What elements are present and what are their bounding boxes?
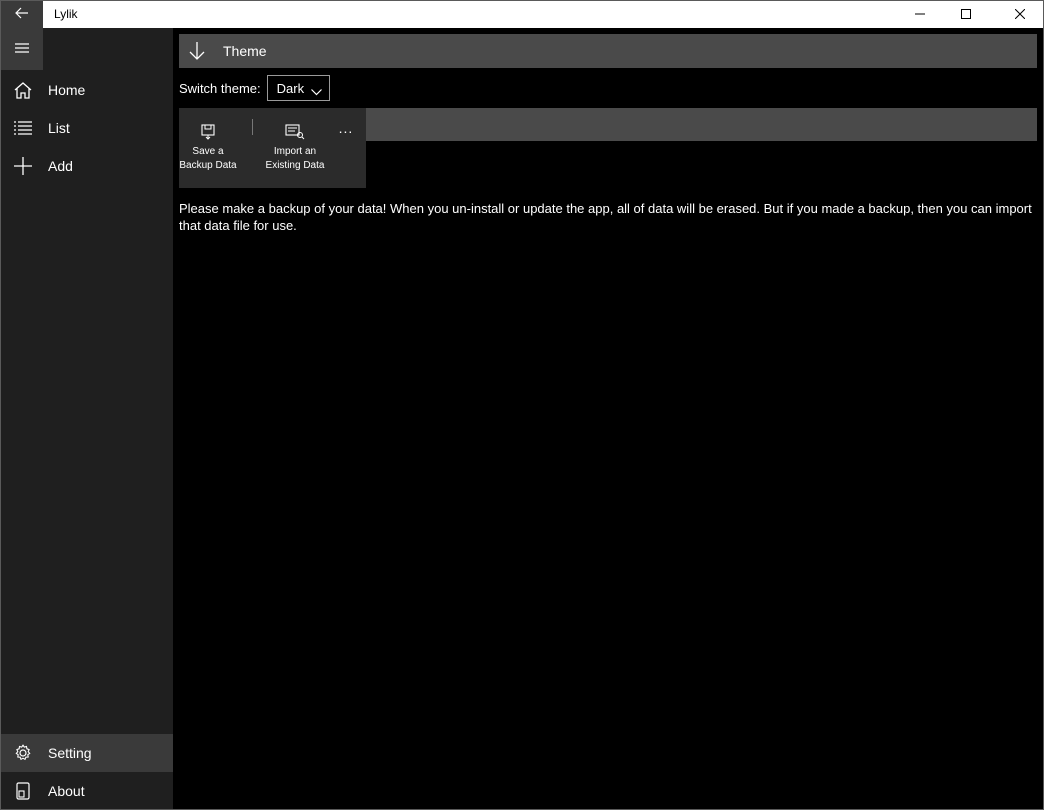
list-icon bbox=[1, 109, 45, 147]
theme-section-header[interactable]: Theme bbox=[179, 34, 1037, 68]
app-window: Lylik Home List Add Setting About Theme … bbox=[0, 0, 1044, 810]
import-icon bbox=[259, 116, 331, 140]
arrow-down-icon bbox=[180, 34, 214, 68]
maximize-icon bbox=[961, 6, 971, 24]
back-arrow-icon bbox=[15, 6, 29, 24]
theme-dropdown[interactable]: Dark bbox=[266, 75, 330, 101]
nav-item-label: About bbox=[48, 783, 85, 799]
chevron-down-icon bbox=[310, 84, 322, 99]
close-icon bbox=[1014, 6, 1026, 24]
section-title: Theme bbox=[223, 43, 267, 59]
more-options-button[interactable]: ... bbox=[334, 120, 358, 136]
settings-content: Theme Switch theme: Dark Save a Backup D… bbox=[173, 28, 1043, 809]
command-bar-flyout: Save a Backup Data Import an Existing Da… bbox=[179, 108, 366, 188]
phone-info-icon bbox=[1, 772, 45, 809]
nav-item-label: Add bbox=[48, 158, 73, 174]
nav-item-setting[interactable]: Setting bbox=[1, 734, 173, 772]
save-backup-label: Save a Backup Data bbox=[179, 146, 237, 171]
minimize-icon bbox=[915, 6, 925, 24]
navigation-pane: Home List Add Setting About bbox=[1, 28, 173, 809]
nav-item-list[interactable]: List bbox=[1, 109, 173, 147]
title-bar: Lylik bbox=[1, 1, 1043, 28]
nav-item-about[interactable]: About bbox=[1, 772, 173, 809]
import-data-button[interactable]: Import an Existing Data bbox=[259, 108, 331, 188]
backup-notice-text: Please make a backup of your data! When … bbox=[179, 201, 1032, 233]
back-button[interactable] bbox=[1, 1, 43, 28]
import-data-label: Import an Existing Data bbox=[265, 146, 325, 171]
minimize-button[interactable] bbox=[897, 1, 943, 28]
plus-icon bbox=[1, 147, 45, 185]
nav-item-label: List bbox=[48, 120, 70, 136]
command-separator bbox=[252, 119, 253, 135]
save-backup-button[interactable]: Save a Backup Data bbox=[179, 108, 237, 188]
app-title: Lylik bbox=[54, 7, 78, 21]
nav-item-label: Setting bbox=[48, 745, 92, 761]
nav-item-home[interactable]: Home bbox=[1, 71, 173, 109]
close-button[interactable] bbox=[997, 1, 1043, 28]
theme-dropdown-value: Dark bbox=[276, 80, 305, 96]
hamburger-button[interactable] bbox=[1, 28, 43, 70]
theme-switch-row: Switch theme: Dark bbox=[179, 74, 330, 102]
maximize-button[interactable] bbox=[943, 1, 989, 28]
home-icon bbox=[1, 71, 45, 109]
hamburger-icon bbox=[15, 40, 29, 58]
switch-theme-label: Switch theme: bbox=[179, 80, 261, 96]
nav-item-add[interactable]: Add bbox=[1, 147, 173, 185]
save-icon bbox=[179, 116, 237, 140]
gear-icon bbox=[1, 734, 45, 772]
nav-item-label: Home bbox=[48, 82, 86, 98]
